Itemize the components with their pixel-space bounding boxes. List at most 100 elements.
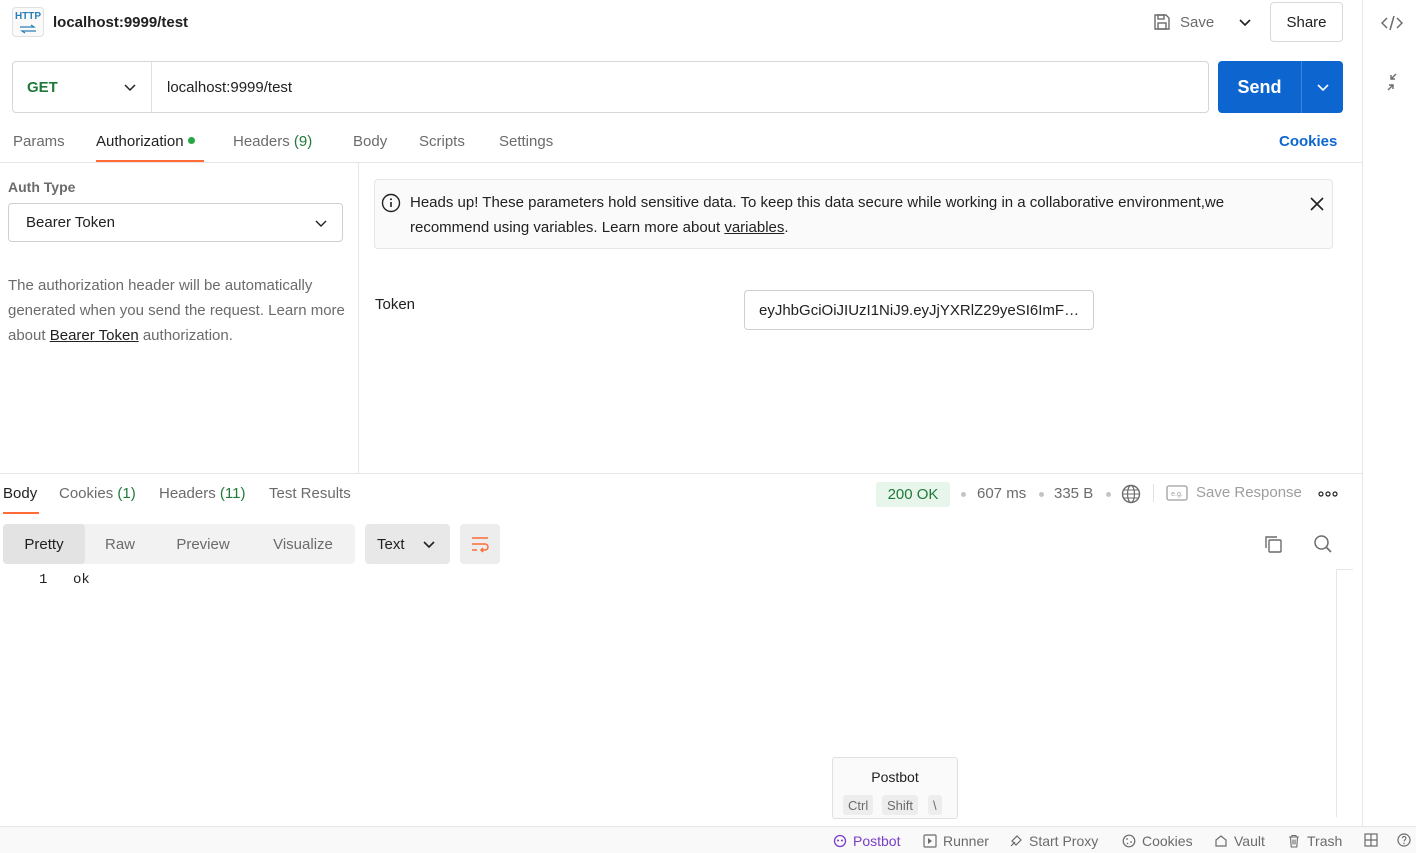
view-raw[interactable]: Raw	[85, 524, 155, 564]
tab-settings[interactable]: Settings	[499, 133, 553, 150]
alert-text-prefix: Heads up! These parameters hold sensitiv…	[410, 194, 1225, 236]
code-snippet-icon[interactable]	[1381, 12, 1403, 34]
info-icon	[381, 193, 401, 213]
sensitive-data-alert: Heads up! These parameters hold sensitiv…	[374, 179, 1333, 249]
status-cookies[interactable]: Cookies	[1122, 833, 1193, 849]
divider	[1153, 484, 1154, 502]
view-pretty[interactable]: Pretty	[3, 524, 85, 564]
globe-icon[interactable]	[1121, 484, 1141, 504]
status-postbot-label: Postbot	[853, 833, 901, 849]
trash-icon	[1287, 834, 1301, 848]
url-bar: GET	[12, 61, 1209, 113]
request-tabs: Params Authorization Headers (9) Body Sc…	[0, 126, 1362, 163]
chevron-down-icon	[314, 216, 328, 230]
send-options-chevron-down-icon[interactable]	[1302, 61, 1343, 113]
more-options-icon[interactable]	[1318, 486, 1338, 502]
request-title[interactable]: localhost:9999/test	[53, 14, 188, 31]
help-icon[interactable]	[1397, 833, 1411, 847]
cookies-link[interactable]: Cookies	[1279, 133, 1337, 150]
postbot-tooltip: Postbot Ctrl Shift \	[832, 757, 958, 819]
wrap-lines-icon	[470, 535, 490, 553]
response-tab-headers-count: (11)	[219, 485, 246, 502]
status-trash-label: Trash	[1307, 833, 1343, 849]
auth-type-panel: Auth Type Bearer Token The authorization…	[0, 163, 359, 473]
postbot-icon	[833, 834, 847, 848]
alert-text-suffix: .	[784, 219, 789, 236]
active-tab-underline	[96, 160, 204, 162]
auth-type-label: Auth Type	[8, 179, 76, 195]
separator-dot	[1106, 492, 1111, 497]
shortcut-key: Ctrl	[843, 795, 874, 815]
status-postbot[interactable]: Postbot	[833, 833, 900, 849]
response-tab-headers[interactable]: Headers (11)	[159, 485, 245, 502]
url-input[interactable]	[152, 62, 1208, 112]
status-runner-label: Runner	[943, 833, 989, 849]
token-value: eyJhbGciOiJIUzI1NiJ9.eyJjYXRlZ29yeSI6ImF…	[759, 301, 1081, 319]
method-select[interactable]: GET	[13, 62, 152, 112]
status-bar: Postbot Runner Start Proxy Cookies Vault…	[0, 826, 1416, 853]
save-options-chevron-down-icon[interactable]	[1233, 8, 1257, 36]
active-indicator-dot	[187, 137, 195, 144]
auth-type-value: Bearer Token	[26, 214, 115, 231]
auth-type-select[interactable]: Bearer Token	[8, 203, 343, 242]
status-badge[interactable]: 200 OK	[876, 482, 950, 507]
auth-help-suffix: authorization.	[138, 327, 233, 344]
response-body-line[interactable]: ok	[73, 572, 90, 588]
tab-authorization[interactable]: Authorization	[96, 133, 195, 150]
format-value: Text	[377, 535, 405, 553]
tab-body[interactable]: Body	[353, 133, 387, 150]
title-bar: HTTP localhost:9999/test Save Share	[0, 0, 1362, 44]
http-badge-label: HTTP	[14, 11, 42, 22]
chevron-down-icon	[422, 537, 436, 551]
tab-params[interactable]: Params	[13, 133, 65, 150]
response-tab-cookies-label: Cookies	[59, 485, 114, 502]
save-response-button[interactable]: e.g. Save Response	[1166, 484, 1302, 501]
alert-text: Heads up! These parameters hold sensitiv…	[410, 190, 1290, 240]
status-vault[interactable]: Vault	[1214, 833, 1265, 849]
variables-link[interactable]: variables	[724, 219, 784, 236]
active-tab-underline	[3, 512, 39, 514]
tab-headers[interactable]: Headers (9)	[233, 133, 312, 150]
collapse-icon[interactable]	[1383, 72, 1401, 92]
proxy-icon	[1009, 834, 1023, 848]
token-input[interactable]: eyJhbGciOiJIUzI1NiJ9.eyJjYXRlZ29yeSI6ImF…	[744, 290, 1094, 330]
tab-headers-label: Headers	[233, 133, 290, 150]
share-button[interactable]: Share	[1270, 2, 1343, 42]
save-button[interactable]: Save	[1152, 8, 1214, 36]
search-icon[interactable]	[1313, 534, 1333, 554]
tab-authorization-label: Authorization	[96, 133, 184, 150]
line-number: 1	[39, 572, 48, 588]
response-size[interactable]: 335 B	[1054, 485, 1093, 502]
status-start-proxy[interactable]: Start Proxy	[1009, 833, 1098, 849]
send-button-group: Send	[1218, 61, 1343, 113]
auth-help-text: The authorization header will be automat…	[8, 273, 348, 348]
tab-scripts[interactable]: Scripts	[419, 133, 465, 150]
view-visualize[interactable]: Visualize	[251, 524, 355, 564]
view-mode-selector: Pretty Raw Preview Visualize	[3, 524, 355, 564]
response-tab-body[interactable]: Body	[3, 485, 37, 502]
send-button[interactable]: Send	[1218, 61, 1302, 113]
scrollbar[interactable]	[1336, 569, 1353, 817]
status-runner[interactable]: Runner	[923, 833, 989, 849]
response-tab-headers-label: Headers	[159, 485, 216, 502]
response-tab-test-results[interactable]: Test Results	[269, 485, 351, 502]
format-select[interactable]: Text	[365, 524, 450, 564]
example-icon: e.g.	[1166, 484, 1188, 501]
separator-dot	[1039, 492, 1044, 497]
view-preview[interactable]: Preview	[155, 524, 251, 564]
response-tab-cookies[interactable]: Cookies (1)	[59, 485, 136, 502]
status-vault-label: Vault	[1234, 833, 1265, 849]
save-label: Save	[1180, 13, 1215, 31]
postbot-tooltip-title: Postbot	[871, 769, 919, 785]
wrap-lines-button[interactable]	[460, 524, 500, 564]
response-divider[interactable]	[0, 473, 1362, 474]
copy-icon[interactable]	[1263, 534, 1283, 554]
vault-icon	[1214, 834, 1228, 848]
status-cookies-label: Cookies	[1142, 833, 1193, 849]
tab-headers-count: (9)	[293, 133, 313, 150]
bearer-token-link[interactable]: Bearer Token	[50, 327, 139, 344]
close-icon[interactable]	[1308, 195, 1326, 213]
layout-toggle-icon[interactable]	[1364, 833, 1378, 847]
status-trash[interactable]: Trash	[1287, 833, 1342, 849]
response-time[interactable]: 607 ms	[977, 485, 1026, 502]
